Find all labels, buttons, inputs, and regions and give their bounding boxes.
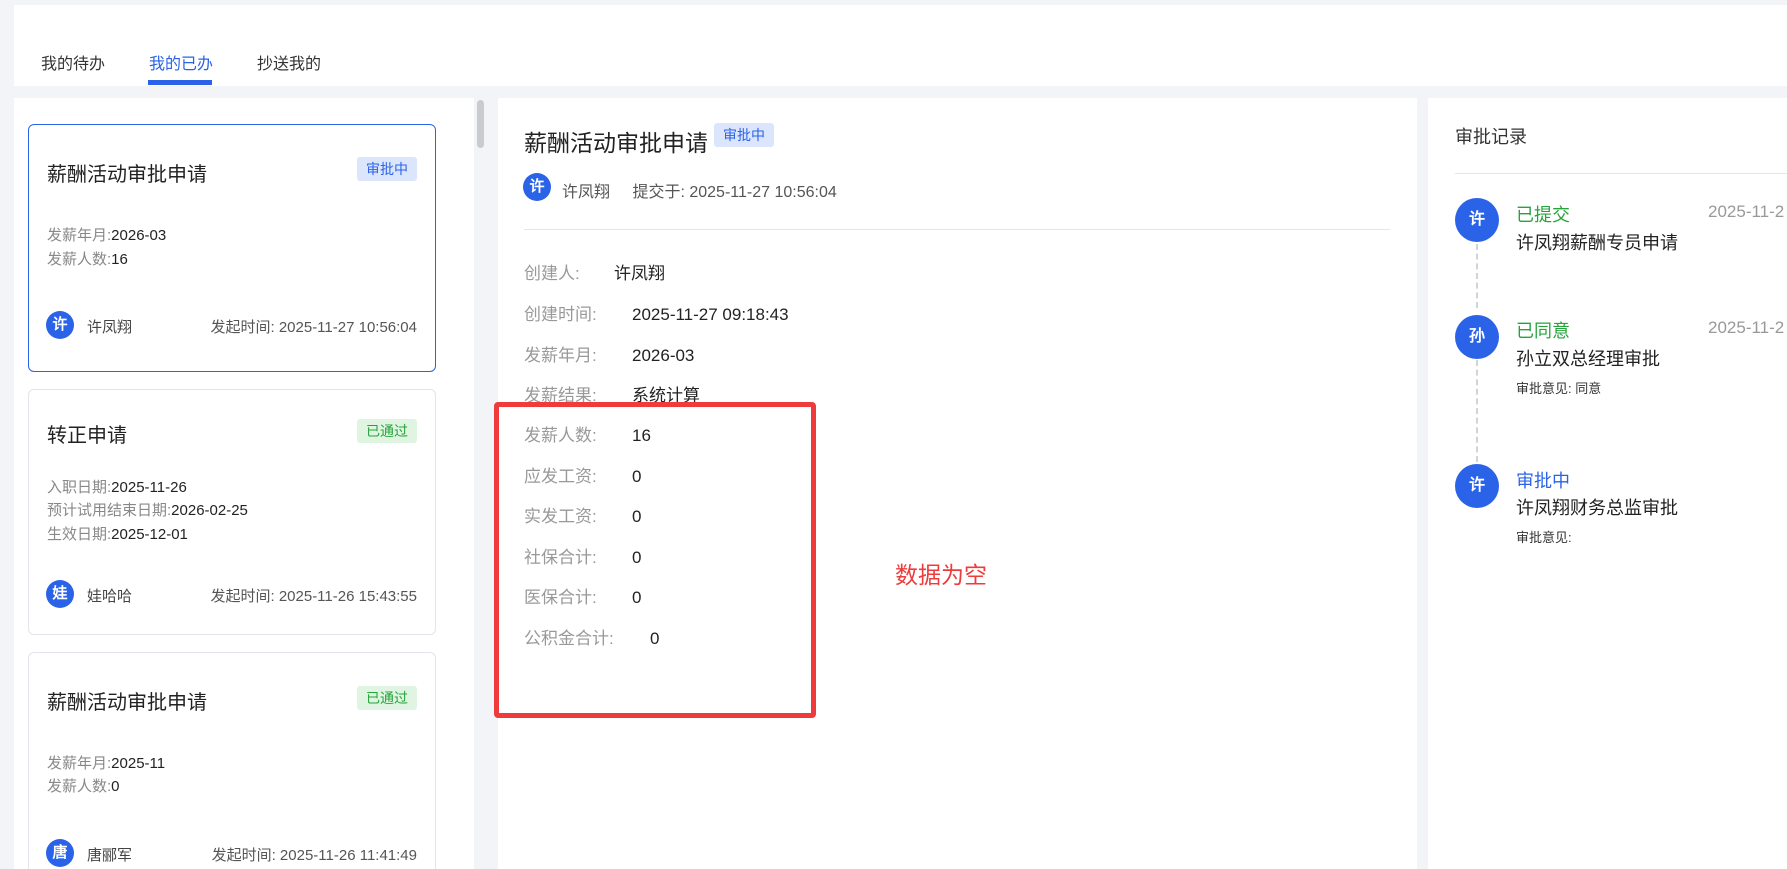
card-field: 发薪年月:2026-03 <box>47 227 167 244</box>
card-user: 许凤翔 <box>87 319 133 336</box>
active-tab-indicator <box>148 80 212 85</box>
timeline-desc: 许凤翔薪酬专员申请 <box>1516 233 1678 253</box>
list-item[interactable]: 转正申请 已通过 入职日期:2025-11-26 预计试用结束日期:2026-0… <box>28 389 436 635</box>
timeline-status: 审批中 <box>1516 471 1570 491</box>
timeline-avatar: 孙 <box>1455 315 1499 359</box>
tabs-bar: 我的待办 我的已办 抄送我的 <box>14 5 1787 86</box>
tab-my-done[interactable]: 我的已办 <box>149 50 213 74</box>
avatar: 许 <box>46 311 74 339</box>
card-field: 发薪年月:2025-11 <box>47 755 166 772</box>
card-user: 娃哈哈 <box>87 588 133 605</box>
status-badge: 已通过 <box>357 686 417 710</box>
card-field: 入职日期:2025-11-26 <box>47 479 187 496</box>
list-item[interactable]: 薪酬活动审批申请 已通过 发薪年月:2025-11 发薪人数:0 唐 唐郦军 发… <box>28 652 436 869</box>
card-title: 薪酬活动审批申请 <box>47 692 207 714</box>
submitter-avatar: 许 <box>523 173 551 201</box>
card-field: 预计试用结束日期:2026-02-25 <box>47 502 248 519</box>
annotation-box <box>494 402 816 718</box>
timeline-status: 已提交 <box>1516 205 1570 225</box>
timeline-desc: 许凤翔财务总监审批 <box>1516 498 1678 518</box>
detail-row-creator: 创建人: 许凤翔 <box>524 264 665 283</box>
timeline-avatar: 许 <box>1455 198 1499 242</box>
submitter-name: 许凤翔 <box>562 184 611 201</box>
records-title: 审批记录 <box>1455 127 1527 147</box>
timeline-note: 审批意见: <box>1516 530 1572 545</box>
timeline-avatar: 许 <box>1455 464 1499 508</box>
submit-info: 许凤翔 提交于: 2025-11-27 10:56:04 <box>562 178 837 202</box>
list-item[interactable]: 薪酬活动审批申请 审批中 发薪年月:2026-03 发薪人数:16 许 许凤翔 … <box>28 124 436 372</box>
card-user: 唐郦军 <box>87 847 133 864</box>
tab-my-todo[interactable]: 我的待办 <box>41 50 105 74</box>
detail-row-pay-month: 发薪年月: 2026-03 <box>524 346 695 365</box>
detail-row-created-time: 创建时间: 2025-11-27 09:18:43 <box>524 305 789 324</box>
timeline-desc: 孙立双总经理审批 <box>1516 349 1660 369</box>
avatar: 唐 <box>46 839 74 867</box>
list-scrollbar[interactable] <box>474 98 486 869</box>
timeline-connector <box>1476 360 1478 462</box>
card-field: 发薪人数:0 <box>47 778 120 795</box>
card-time: 发起时间: 2025-11-26 11:41:49 <box>211 847 417 864</box>
timeline-time: 2025-11-2 <box>1708 318 1785 337</box>
divider <box>1455 173 1787 174</box>
detail-status-badge: 审批中 <box>714 123 774 147</box>
status-badge: 已通过 <box>357 419 417 443</box>
approval-records-panel: 审批记录 许 已提交 2025-11-2 许凤翔薪酬专员申请 孙 已同意 202… <box>1428 98 1787 869</box>
status-badge: 审批中 <box>357 157 417 181</box>
list-scrollbar-thumb[interactable] <box>477 100 484 148</box>
timeline-status: 已同意 <box>1516 321 1570 341</box>
annotation-text: 数据为空 <box>895 562 987 588</box>
divider <box>524 229 1390 230</box>
card-time: 发起时间: 2025-11-26 15:43:55 <box>210 588 417 605</box>
card-field: 发薪人数:16 <box>47 251 128 268</box>
avatar: 娃 <box>46 580 74 608</box>
tab-cc-me[interactable]: 抄送我的 <box>257 50 321 74</box>
detail-title: 薪酬活动审批申请 <box>524 130 708 156</box>
card-time: 发起时间: 2025-11-27 10:56:04 <box>210 319 417 336</box>
timeline-connector <box>1476 244 1478 308</box>
card-title: 薪酬活动审批申请 <box>47 164 207 186</box>
card-title: 转正申请 <box>47 425 127 447</box>
timeline-note: 审批意见: 同意 <box>1516 381 1602 396</box>
timeline-time: 2025-11-2 <box>1708 202 1785 221</box>
card-field: 生效日期:2025-12-01 <box>47 526 188 543</box>
submit-time: 提交于: 2025-11-27 10:56:04 <box>632 184 837 201</box>
